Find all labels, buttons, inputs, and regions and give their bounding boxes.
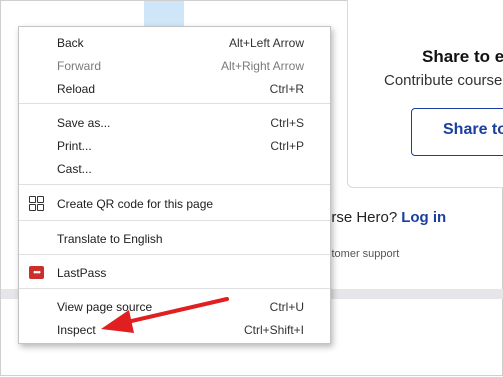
login-link[interactable]: Log in [401,209,446,226]
menu-item-print[interactable]: Print... Ctrl+P [19,135,330,157]
menu-item-translate[interactable]: Translate to English [19,228,330,250]
share-button[interactable]: Share to [411,108,503,156]
menu-item-shortcut: Alt+Left Arrow [228,36,304,50]
menu-item-label: Forward [57,59,102,73]
menu-item-label: Create QR code for this page [57,197,214,211]
menu-separator [19,288,330,289]
qr-code-icon [29,196,44,211]
menu-item-shortcut: Ctrl+P [270,139,304,153]
menu-item-label: Cast... [57,162,92,176]
menu-item-label: Inspect [57,323,96,337]
share-card-subtitle: Contribute course [384,72,503,89]
menu-item-label: View page source [57,300,153,314]
menu-item-shortcut: Ctrl+Shift+I [243,323,304,337]
menu-separator [19,220,330,221]
menu-item-forward[interactable]: Forward Alt+Right Arrow [19,55,330,77]
menu-item-cast[interactable]: Cast... [19,158,330,180]
menu-item-create-qr-code[interactable]: Create QR code for this page [19,193,330,215]
menu-separator [19,103,330,104]
menu-item-label: LastPass [57,266,107,280]
menu-item-reload[interactable]: Reload Ctrl+R [19,78,330,100]
login-prompt: urse Hero? Log in [323,209,446,226]
customer-support-link[interactable]: stomer support [326,248,399,260]
menu-separator [19,184,330,185]
menu-item-shortcut: Ctrl+R [269,82,304,96]
menu-item-shortcut: Ctrl+S [270,116,304,130]
menu-item-shortcut: Ctrl+U [269,300,304,314]
context-menu: Back Alt+Left Arrow Forward Alt+Right Ar… [18,26,331,344]
share-card [347,0,503,188]
share-card-title: Share to ea [422,47,503,66]
menu-item-back[interactable]: Back Alt+Left Arrow [19,32,330,54]
menu-item-label: Reload [57,82,96,96]
menu-item-label: Print... [57,139,92,153]
menu-item-label: Save as... [57,116,111,130]
menu-item-inspect[interactable]: Inspect Ctrl+Shift+I [19,319,330,341]
illustration-left [144,1,184,27]
menu-item-save-as[interactable]: Save as... Ctrl+S [19,112,330,134]
login-prompt-text: urse Hero? [323,209,398,226]
menu-item-shortcut: Alt+Right Arrow [220,59,304,73]
menu-item-label: Translate to English [57,232,163,246]
menu-item-label: Back [57,36,84,50]
lastpass-icon: ••• [29,266,44,279]
menu-item-lastpass[interactable]: ••• LastPass [19,262,330,284]
menu-separator [19,254,330,255]
menu-item-view-page-source[interactable]: View page source Ctrl+U [19,296,330,318]
